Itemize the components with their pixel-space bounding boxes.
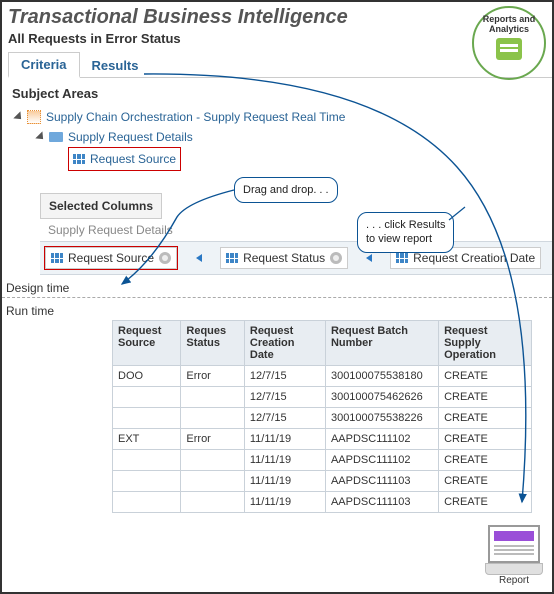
column-icon (226, 253, 238, 263)
cell: AAPDSC111103 (325, 492, 438, 513)
design-time-label: Design time (6, 281, 548, 295)
callout-results-line2: to view report (366, 233, 432, 245)
selected-columns-strip: Request Source Request Status Request Cr… (40, 241, 552, 275)
run-time-label: Run time (6, 304, 548, 318)
cell (181, 450, 244, 471)
cell (113, 492, 181, 513)
reports-analytics-badge[interactable]: Reports and Analytics (472, 6, 546, 80)
table-row: 12/7/15300100075538226CREATE (113, 408, 532, 429)
cell: 11/11/19 (244, 492, 325, 513)
chevron-left-icon (366, 254, 372, 262)
cell: Error (181, 429, 244, 450)
tree-root[interactable]: Supply Chain Orchestration - Supply Requ… (16, 107, 546, 127)
table-row: 11/11/19AAPDSC111103CREATE (113, 492, 532, 513)
callout-results-line1: . . . click Results (366, 219, 445, 231)
cell: CREATE (439, 408, 532, 429)
report-device-icon[interactable]: Report (484, 525, 544, 586)
col-header[interactable]: Reques Status (181, 321, 244, 366)
badge-text-1: Reports and (474, 14, 544, 24)
table-row: 11/11/19AAPDSC111102CREATE (113, 450, 532, 471)
highlight-box: Request Source (68, 147, 181, 171)
cell: 300100075538226 (325, 408, 438, 429)
report-device-label: Report (484, 575, 544, 586)
monitor-base-icon (485, 563, 543, 575)
expand-icon[interactable] (13, 111, 24, 122)
cell: CREATE (439, 429, 532, 450)
table-row: DOOError12/7/15300100075538180CREATE (113, 366, 532, 387)
report-table: Request Source Reques Status Request Cre… (112, 320, 532, 513)
cell: CREATE (439, 471, 532, 492)
cell: AAPDSC111102 (325, 429, 438, 450)
tree-column[interactable]: Request Source (68, 147, 546, 171)
cell: 11/11/19 (244, 429, 325, 450)
cell: EXT (113, 429, 181, 450)
folder-icon (49, 132, 63, 142)
col-header[interactable]: Request Batch Number (325, 321, 438, 366)
subject-areas-heading: Subject Areas (12, 86, 546, 101)
cell: CREATE (439, 387, 532, 408)
cell: 11/11/19 (244, 450, 325, 471)
table-row: 12/7/15300100075462626CREATE (113, 387, 532, 408)
cell: CREATE (439, 450, 532, 471)
column-chip-request-source[interactable]: Request Source (45, 247, 177, 269)
tab-strip: Criteria Results (8, 52, 552, 78)
chip-label: Request Creation Date (413, 251, 535, 265)
cell: 300100075462626 (325, 387, 438, 408)
chevron-left-icon (196, 254, 202, 262)
highlight-box: Request Source (44, 246, 178, 270)
cell: 12/7/15 (244, 366, 325, 387)
expand-icon[interactable] (35, 131, 46, 142)
cell: 12/7/15 (244, 408, 325, 429)
cell (181, 471, 244, 492)
col-header[interactable]: Request Source (113, 321, 181, 366)
cell (113, 471, 181, 492)
phase-separator (2, 297, 552, 298)
table-row: 11/11/19AAPDSC111103CREATE (113, 471, 532, 492)
badge-text-2: Analytics (474, 24, 544, 34)
column-icon (73, 154, 85, 164)
gear-icon[interactable] (330, 252, 342, 264)
chip-label: Request Status (243, 251, 325, 265)
table-row: EXTError11/11/19AAPDSC111102CREATE (113, 429, 532, 450)
tree-column-label: Request Source (90, 149, 176, 169)
cell: 300100075538180 (325, 366, 438, 387)
cell (181, 408, 244, 429)
cell (113, 408, 181, 429)
cell: AAPDSC111102 (325, 450, 438, 471)
cell: 11/11/19 (244, 471, 325, 492)
selected-columns-group: Supply Request Details (40, 219, 552, 241)
callout-drag: Drag and drop. . . (234, 177, 338, 203)
column-chip-request-status[interactable]: Request Status (220, 247, 348, 269)
col-header[interactable]: Request Creation Date (244, 321, 325, 366)
cell (181, 387, 244, 408)
selected-columns-heading: Selected Columns (40, 193, 162, 219)
cell: AAPDSC111103 (325, 471, 438, 492)
page-subtitle: All Requests in Error Status (8, 31, 546, 46)
column-icon (51, 253, 63, 263)
chip-label: Request Source (68, 251, 154, 265)
tree-folder[interactable]: Supply Request Details (38, 127, 546, 147)
report-icon (496, 38, 522, 60)
subject-area-icon (27, 110, 41, 124)
tab-results[interactable]: Results (80, 54, 151, 77)
gear-icon[interactable] (159, 252, 171, 264)
callout-results: . . . click Results to view report (357, 212, 454, 253)
col-header[interactable]: Request Supply Operation (439, 321, 532, 366)
cell: DOO (113, 366, 181, 387)
tree-root-label: Supply Chain Orchestration - Supply Requ… (46, 107, 345, 127)
column-icon (396, 253, 408, 263)
page-title: Transactional Business Intelligence (8, 6, 546, 29)
cell (113, 387, 181, 408)
cell: CREATE (439, 492, 532, 513)
tab-criteria[interactable]: Criteria (8, 52, 80, 78)
tree-folder-label: Supply Request Details (68, 127, 193, 147)
cell: Error (181, 366, 244, 387)
cell: 12/7/15 (244, 387, 325, 408)
subject-area-tree: Supply Chain Orchestration - Supply Requ… (16, 107, 546, 171)
monitor-icon (488, 525, 540, 563)
cell (113, 450, 181, 471)
cell (181, 492, 244, 513)
cell: CREATE (439, 366, 532, 387)
